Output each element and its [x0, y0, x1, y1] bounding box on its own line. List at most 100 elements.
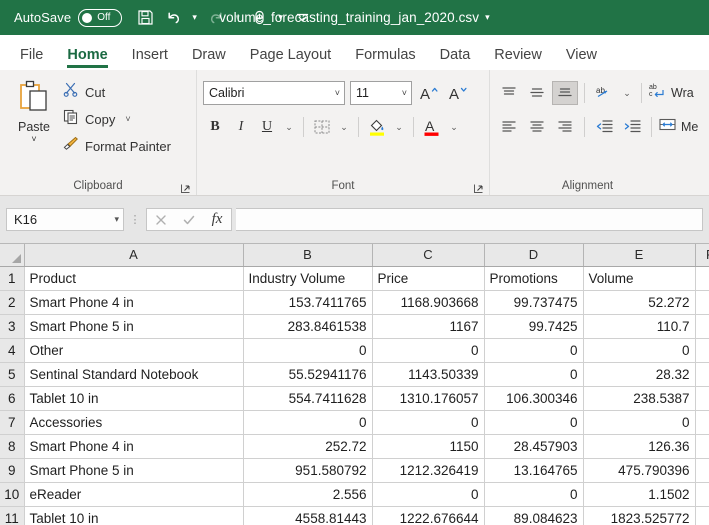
font-dialog-launcher-icon[interactable] [473, 181, 484, 193]
touch-mode-icon[interactable] [246, 5, 272, 31]
cell-f1[interactable] [695, 266, 709, 291]
column-header-a[interactable]: A [24, 244, 244, 267]
name-box[interactable]: K16 ▾ [6, 208, 124, 231]
borders-dropdown-caret[interactable]: ⌄ [336, 115, 352, 139]
align-left-button[interactable] [496, 115, 522, 139]
undo-dropdown-caret[interactable]: ▾ [188, 5, 201, 31]
cell-b5[interactable]: 55.52941176 [243, 362, 373, 387]
cell-d5[interactable]: 0 [484, 362, 584, 387]
cell-a8[interactable]: Smart Phone 4 in [24, 434, 244, 459]
row-header[interactable]: 3 [0, 314, 25, 339]
cell-c2[interactable]: 1168.903668 [372, 290, 485, 315]
fill-color-button[interactable] [365, 115, 389, 139]
align-bottom-button[interactable] [552, 81, 578, 105]
cell-d7[interactable]: 0 [484, 410, 584, 435]
cell-f9[interactable] [695, 458, 709, 483]
cell-f10[interactable] [695, 482, 709, 507]
cell-e2[interactable]: 52.272 [583, 290, 696, 315]
cell-e1[interactable]: Volume [583, 266, 696, 291]
format-painter-button[interactable]: Format Painter [62, 135, 171, 157]
cell-b2[interactable]: 153.7411765 [243, 290, 373, 315]
cell-c5[interactable]: 1143.50339 [372, 362, 485, 387]
align-top-button[interactable] [496, 81, 522, 105]
font-name-caret-icon[interactable]: ˅ [335, 88, 340, 98]
increase-indent-button[interactable] [619, 115, 645, 139]
row-header[interactable]: 7 [0, 410, 25, 435]
cell-b7[interactable]: 0 [243, 410, 373, 435]
align-center-button[interactable] [524, 115, 550, 139]
insert-function-icon[interactable]: fx [203, 209, 231, 230]
cell-c11[interactable]: 1222.676644 [372, 506, 485, 525]
cell-e10[interactable]: 1.1502 [583, 482, 696, 507]
cell-e6[interactable]: 238.5387 [583, 386, 696, 411]
cell-f6[interactable] [695, 386, 709, 411]
tab-file[interactable]: File [8, 47, 55, 70]
cell-d10[interactable]: 0 [484, 482, 584, 507]
merge-cells-button[interactable]: Me [658, 115, 698, 139]
cell-d9[interactable]: 13.164765 [484, 458, 584, 483]
formula-bar-grip[interactable]: ⋮ [124, 208, 146, 231]
row-header[interactable]: 8 [0, 434, 25, 459]
font-name-combo[interactable]: Calibri ˅ [203, 81, 345, 105]
row-header[interactable]: 4 [0, 338, 25, 363]
name-box-caret-icon[interactable]: ▾ [114, 214, 119, 225]
confirm-icon[interactable] [175, 209, 203, 230]
touch-mode-dropdown-caret[interactable]: ▾ [274, 5, 287, 31]
cell-d1[interactable]: Promotions [484, 266, 584, 291]
tab-data[interactable]: Data [428, 47, 483, 70]
bold-button[interactable]: B [203, 115, 227, 139]
align-middle-button[interactable] [524, 81, 550, 105]
cell-a2[interactable]: Smart Phone 4 in [24, 290, 244, 315]
tab-home[interactable]: Home [55, 47, 119, 70]
cell-c9[interactable]: 1212.326419 [372, 458, 485, 483]
cell-b8[interactable]: 252.72 [243, 434, 373, 459]
row-header[interactable]: 1 [0, 266, 25, 291]
save-icon[interactable] [132, 5, 158, 31]
tab-view[interactable]: View [554, 47, 609, 70]
underline-dropdown-caret[interactable]: ⌄ [281, 115, 297, 139]
cell-f3[interactable] [695, 314, 709, 339]
select-all-corner[interactable] [0, 244, 25, 267]
cell-a3[interactable]: Smart Phone 5 in [24, 314, 244, 339]
cell-c10[interactable]: 0 [372, 482, 485, 507]
column-header-d[interactable]: D [484, 244, 584, 267]
font-size-combo[interactable]: 11 ˅ [350, 81, 412, 105]
row-header[interactable]: 11 [0, 506, 25, 525]
formula-input[interactable] [236, 208, 703, 231]
row-header[interactable]: 5 [0, 362, 25, 387]
decrease-font-size-button[interactable]: A [446, 81, 470, 105]
cell-f11[interactable] [695, 506, 709, 525]
wrap-text-button[interactable]: ab c Wra [648, 81, 694, 105]
copy-button[interactable]: Copy ˅ [62, 108, 171, 130]
font-size-caret-icon[interactable]: ˅ [402, 88, 407, 98]
row-header[interactable]: 9 [0, 458, 25, 483]
cell-d11[interactable]: 89.084623 [484, 506, 584, 525]
column-header-f[interactable]: F [695, 244, 709, 267]
underline-button[interactable]: U [255, 115, 279, 139]
cell-e11[interactable]: 1823.525772 [583, 506, 696, 525]
borders-button[interactable] [310, 115, 334, 139]
tab-review[interactable]: Review [482, 47, 554, 70]
cell-a6[interactable]: Tablet 10 in [24, 386, 244, 411]
cell-b1[interactable]: Industry Volume [243, 266, 373, 291]
orientation-button[interactable]: ab [591, 81, 617, 105]
cut-button[interactable]: Cut [62, 81, 171, 103]
increase-font-size-button[interactable]: A [417, 81, 441, 105]
undo-icon[interactable] [160, 5, 186, 31]
cell-b4[interactable]: 0 [243, 338, 373, 363]
customize-quick-access-icon[interactable] [289, 5, 315, 31]
decrease-indent-button[interactable] [591, 115, 617, 139]
cell-c1[interactable]: Price [372, 266, 485, 291]
cell-e5[interactable]: 28.32 [583, 362, 696, 387]
italic-button[interactable]: I [229, 115, 253, 139]
cell-a4[interactable]: Other [24, 338, 244, 363]
copy-dropdown-caret[interactable]: ˅ [125, 114, 130, 124]
cell-a1[interactable]: Product [24, 266, 244, 291]
cell-a11[interactable]: Tablet 10 in [24, 506, 244, 525]
cell-b6[interactable]: 554.7411628 [243, 386, 373, 411]
fill-color-dropdown-caret[interactable]: ⌄ [391, 115, 407, 139]
cell-f8[interactable] [695, 434, 709, 459]
row-header[interactable]: 2 [0, 290, 25, 315]
autosave-toggle[interactable]: Off [78, 8, 123, 27]
cell-a7[interactable]: Accessories [24, 410, 244, 435]
